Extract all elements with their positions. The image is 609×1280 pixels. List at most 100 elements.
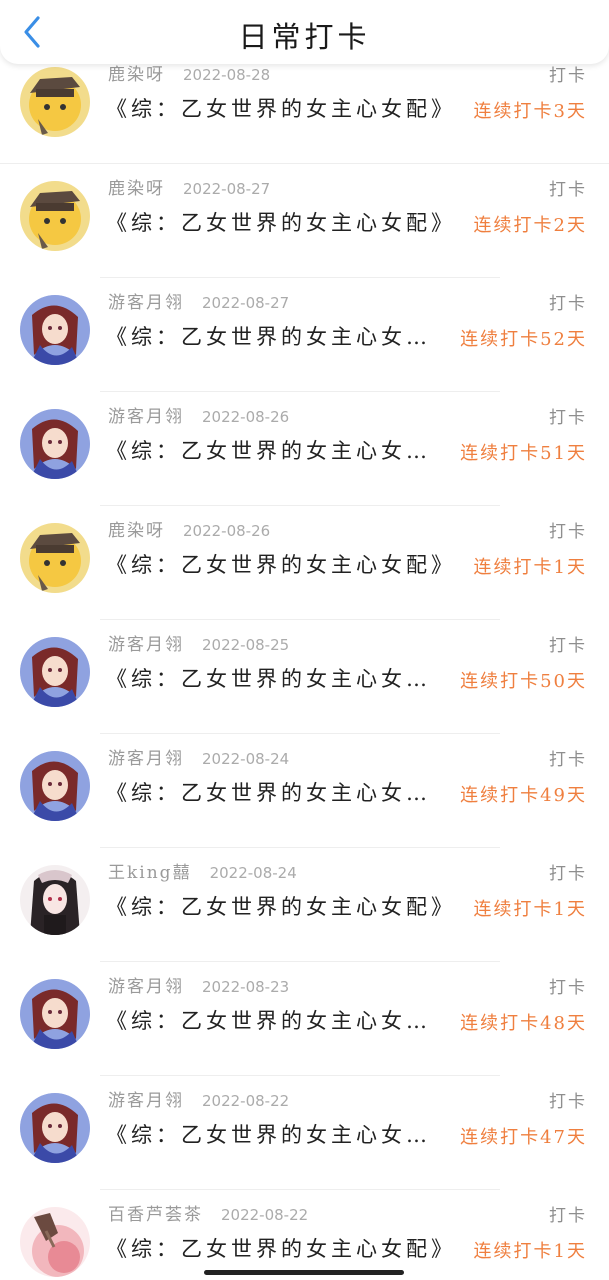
yellow-hat-character-icon[interactable]	[20, 67, 90, 137]
checkin-tag: 打卡	[549, 1092, 587, 1112]
checkin-meta: 游客月翎 2022-08-25	[108, 630, 290, 655]
username[interactable]: 百香芦荟茶	[108, 1205, 203, 1225]
list-item[interactable]: 游客月翎 2022-08-27 打卡 《综：乙女世界的女主心女… 连续打卡52天	[0, 293, 609, 409]
streak-label: 连续打卡1天	[473, 1241, 587, 1262]
username[interactable]: 王king囍	[108, 863, 192, 883]
streak-label: 连续打卡47天	[460, 1127, 587, 1148]
anime-girl-blue-icon[interactable]	[20, 295, 90, 365]
checkin-date: 2022-08-22	[221, 1206, 309, 1224]
streak-label: 连续打卡48天	[460, 1013, 587, 1034]
username[interactable]: 游客月翎	[108, 407, 184, 427]
checkin-date: 2022-08-28	[183, 66, 271, 84]
divider	[0, 163, 609, 164]
book-title[interactable]: 《综：乙女世界的女主心女配》	[106, 207, 456, 237]
book-title[interactable]: 《综：乙女世界的女主心女…	[106, 777, 431, 807]
checkin-meta: 游客月翎 2022-08-22	[108, 1086, 290, 1111]
username[interactable]: 游客月翎	[108, 1091, 184, 1111]
anime-girl-blue-icon[interactable]	[20, 979, 90, 1049]
checkin-tag: 打卡	[549, 864, 587, 884]
divider	[100, 847, 500, 848]
book-title[interactable]: 《综：乙女世界的女主心女配》	[106, 1233, 456, 1263]
list-item[interactable]: 游客月翎 2022-08-25 打卡 《综：乙女世界的女主心女… 连续打卡50天	[0, 635, 609, 751]
checkin-tag: 打卡	[549, 294, 587, 314]
divider	[100, 619, 500, 620]
checkin-date: 2022-08-26	[183, 522, 271, 540]
checkin-tag: 打卡	[549, 1206, 587, 1226]
checkin-tag: 打卡	[549, 750, 587, 770]
anime-girl-dark-icon[interactable]	[20, 865, 90, 935]
checkin-tag: 打卡	[549, 978, 587, 998]
list-item[interactable]: 游客月翎 2022-08-23 打卡 《综：乙女世界的女主心女… 连续打卡48天	[0, 977, 609, 1093]
checkin-tag: 打卡	[549, 408, 587, 428]
book-title[interactable]: 《综：乙女世界的女主心女…	[106, 321, 431, 351]
pink-watercolor-icon[interactable]	[20, 1207, 90, 1277]
home-indicator[interactable]	[204, 1270, 404, 1275]
checkin-date: 2022-08-23	[202, 978, 290, 996]
list-item[interactable]: 鹿染呀 2022-08-27 打卡 《综：乙女世界的女主心女配》 连续打卡2天	[0, 179, 609, 295]
app-header: 日常打卡	[0, 0, 609, 64]
book-title[interactable]: 《综：乙女世界的女主心女配》	[106, 549, 456, 579]
checkin-meta: 鹿染呀 2022-08-26	[108, 516, 271, 541]
username[interactable]: 游客月翎	[108, 749, 184, 769]
streak-label: 连续打卡50天	[460, 671, 587, 692]
checkin-date: 2022-08-24	[209, 864, 297, 882]
streak-label: 连续打卡49天	[460, 785, 587, 806]
username[interactable]: 游客月翎	[108, 977, 184, 997]
divider	[100, 1075, 500, 1076]
checkin-meta: 游客月翎 2022-08-27	[108, 288, 290, 313]
checkin-meta: 百香芦荟茶 2022-08-22	[108, 1200, 309, 1225]
streak-label: 连续打卡3天	[473, 101, 587, 122]
book-title[interactable]: 《综：乙女世界的女主心女…	[106, 1119, 431, 1149]
anime-girl-blue-icon[interactable]	[20, 637, 90, 707]
checkin-date: 2022-08-25	[202, 636, 290, 654]
anime-girl-blue-icon[interactable]	[20, 1093, 90, 1163]
book-title[interactable]: 《综：乙女世界的女主心女…	[106, 1005, 431, 1035]
book-title[interactable]: 《综：乙女世界的女主心女配》	[106, 891, 456, 921]
checkin-date: 2022-08-27	[202, 294, 290, 312]
checkin-tag: 打卡	[549, 636, 587, 656]
checkin-meta: 游客月翎 2022-08-23	[108, 972, 290, 997]
checkin-meta: 王king囍 2022-08-24	[108, 858, 297, 883]
yellow-hat-character-icon[interactable]	[20, 523, 90, 593]
username[interactable]: 鹿染呀	[108, 179, 165, 199]
checkin-date: 2022-08-24	[202, 750, 290, 768]
username[interactable]: 鹿染呀	[108, 65, 165, 85]
username[interactable]: 游客月翎	[108, 293, 184, 313]
divider	[100, 277, 500, 278]
divider	[100, 961, 500, 962]
list-item[interactable]: 鹿染呀 2022-08-28 打卡 《综：乙女世界的女主心女配》 连续打卡3天	[0, 65, 609, 181]
divider	[100, 505, 500, 506]
book-title[interactable]: 《综：乙女世界的女主心女配》	[106, 93, 456, 123]
checkin-date: 2022-08-27	[183, 180, 271, 198]
streak-label: 连续打卡2天	[473, 215, 587, 236]
list-item[interactable]: 鹿染呀 2022-08-26 打卡 《综：乙女世界的女主心女配》 连续打卡1天	[0, 521, 609, 637]
checkin-meta: 游客月翎 2022-08-24	[108, 744, 290, 769]
streak-label: 连续打卡52天	[460, 329, 587, 350]
checkin-list[interactable]: 鹿染呀 2022-08-28 打卡 《综：乙女世界的女主心女配》 连续打卡3天 鹿…	[0, 0, 609, 1280]
anime-girl-blue-icon[interactable]	[20, 751, 90, 821]
divider	[100, 1189, 500, 1190]
checkin-date: 2022-08-26	[202, 408, 290, 426]
checkin-tag: 打卡	[549, 180, 587, 200]
page-title: 日常打卡	[238, 20, 371, 54]
streak-label: 连续打卡1天	[473, 899, 587, 920]
streak-label: 连续打卡1天	[473, 557, 587, 578]
checkin-meta: 游客月翎 2022-08-26	[108, 402, 290, 427]
streak-label: 连续打卡51天	[460, 443, 587, 464]
checkin-tag: 打卡	[549, 522, 587, 542]
checkin-tag: 打卡	[549, 66, 587, 86]
anime-girl-blue-icon[interactable]	[20, 409, 90, 479]
checkin-date: 2022-08-22	[202, 1092, 290, 1110]
checkin-meta: 鹿染呀 2022-08-27	[108, 174, 271, 199]
username[interactable]: 游客月翎	[108, 635, 184, 655]
divider	[100, 391, 500, 392]
yellow-hat-character-icon[interactable]	[20, 181, 90, 251]
book-title[interactable]: 《综：乙女世界的女主心女…	[106, 663, 431, 693]
book-title[interactable]: 《综：乙女世界的女主心女…	[106, 435, 431, 465]
divider	[100, 733, 500, 734]
list-item[interactable]: 王king囍 2022-08-24 打卡 《综：乙女世界的女主心女配》 连续打卡1…	[0, 863, 609, 979]
list-item[interactable]: 游客月翎 2022-08-22 打卡 《综：乙女世界的女主心女… 连续打卡47天	[0, 1091, 609, 1207]
username[interactable]: 鹿染呀	[108, 521, 165, 541]
list-item[interactable]: 游客月翎 2022-08-26 打卡 《综：乙女世界的女主心女… 连续打卡51天	[0, 407, 609, 523]
list-item[interactable]: 游客月翎 2022-08-24 打卡 《综：乙女世界的女主心女… 连续打卡49天	[0, 749, 609, 865]
